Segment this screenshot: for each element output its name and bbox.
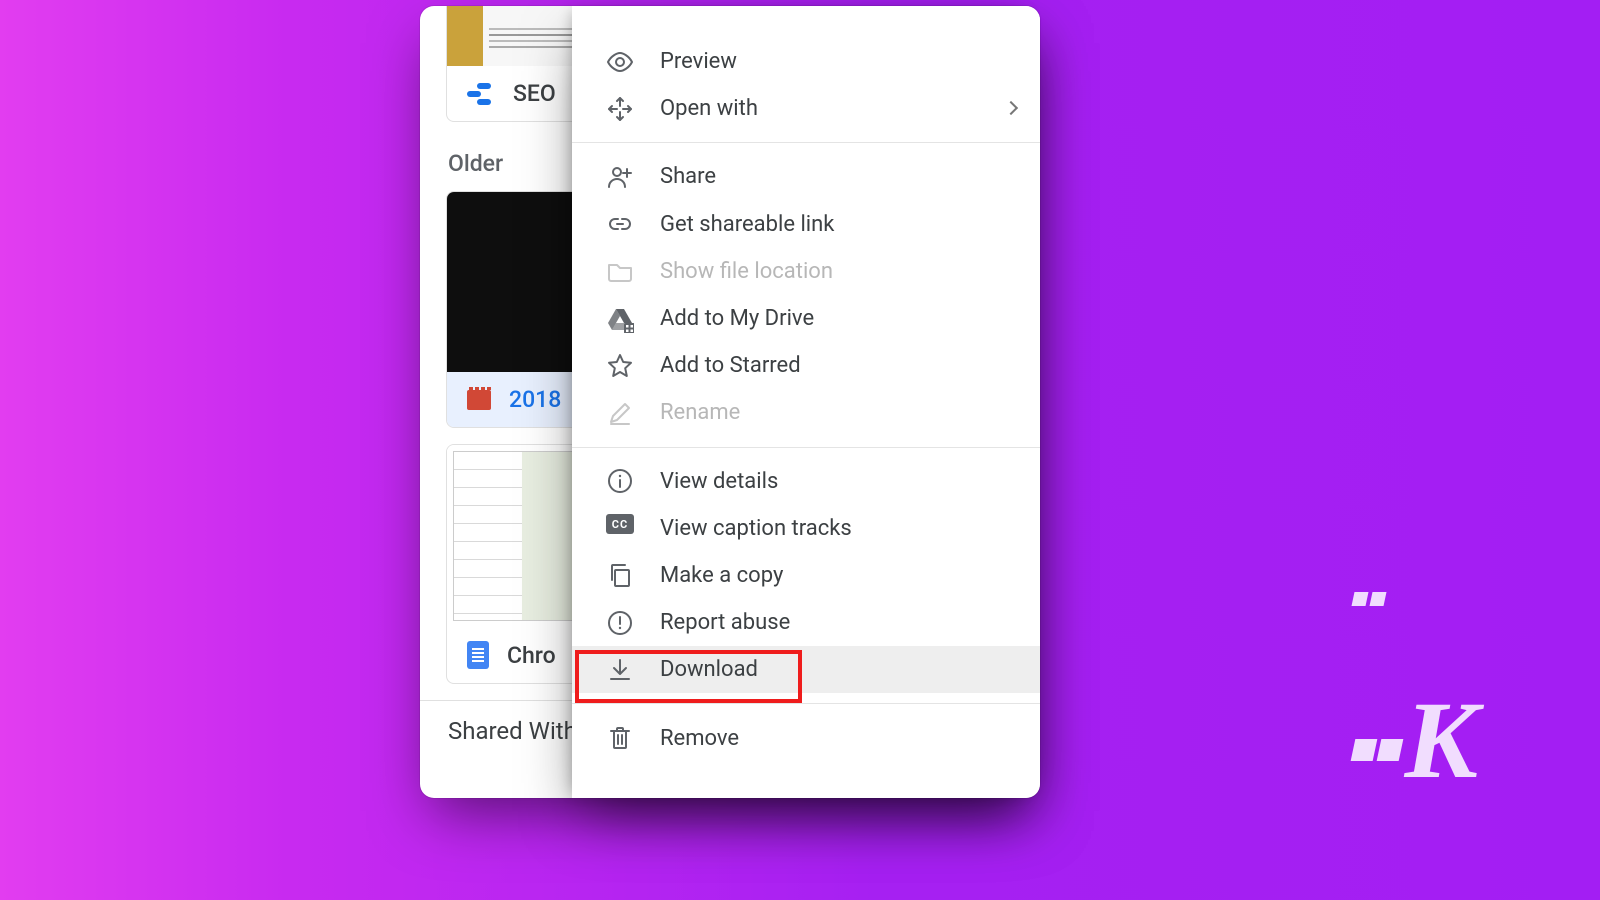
datastudio-icon [467,83,495,105]
menu-label: Rename [660,400,740,425]
file-name: 2018 [509,386,561,413]
watermark-logo: K [1353,550,1474,804]
menu-item-remove[interactable]: Remove [572,714,1040,761]
menu-label: Report abuse [660,610,790,635]
menu-label: Share [660,164,716,189]
menu-label: Remove [660,726,739,751]
share-person-icon [606,163,634,191]
open-with-icon [606,95,634,123]
menu-item-add-to-drive[interactable]: Add to My Drive [572,295,1040,342]
folder-icon [606,257,634,285]
alert-icon [606,609,634,637]
menu-separator [572,703,1040,704]
menu-item-report-abuse[interactable]: Report abuse [572,599,1040,646]
trash-icon [606,724,634,752]
docs-icon [467,641,489,669]
download-icon [606,656,634,684]
menu-item-rename: Rename [572,389,1040,436]
file-name: Chro [507,642,556,669]
menu-label: Make a copy [660,563,783,588]
menu-item-get-link[interactable]: Get shareable link [572,201,1040,248]
menu-label: Open with [660,96,758,121]
info-icon [606,467,634,495]
star-icon [606,352,634,380]
menu-item-add-to-starred[interactable]: Add to Starred [572,342,1040,389]
cc-icon: CC [606,514,634,542]
menu-item-view-details[interactable]: View details [572,458,1040,505]
file-name: SEO [513,80,556,107]
menu-separator [572,142,1040,143]
chevron-right-icon [1004,101,1018,115]
eye-icon [606,48,634,76]
pencil-icon [606,399,634,427]
menu-item-show-location: Show file location [572,248,1040,295]
menu-label: Add to Starred [660,353,801,378]
link-icon [606,210,634,238]
menu-label: Preview [660,49,737,74]
video-icon [467,390,491,410]
menu-label: Get shareable link [660,212,834,237]
menu-item-open-with[interactable]: Open with [572,85,1040,132]
context-menu: Preview Open with Share Get shareable li… [572,6,1040,798]
menu-label: Download [660,657,758,682]
menu-separator [572,447,1040,448]
menu-label: View caption tracks [660,516,852,541]
menu-item-view-captions[interactable]: CC View caption tracks [572,505,1040,552]
menu-item-share[interactable]: Share [572,153,1040,200]
menu-label: Add to My Drive [660,306,814,331]
copy-icon [606,561,634,589]
drive-add-icon [606,305,634,333]
menu-item-make-copy[interactable]: Make a copy [572,552,1040,599]
menu-item-preview[interactable]: Preview [572,38,1040,85]
menu-item-download[interactable]: Download [572,646,1040,693]
menu-label: Show file location [660,259,833,284]
menu-label: View details [660,469,778,494]
